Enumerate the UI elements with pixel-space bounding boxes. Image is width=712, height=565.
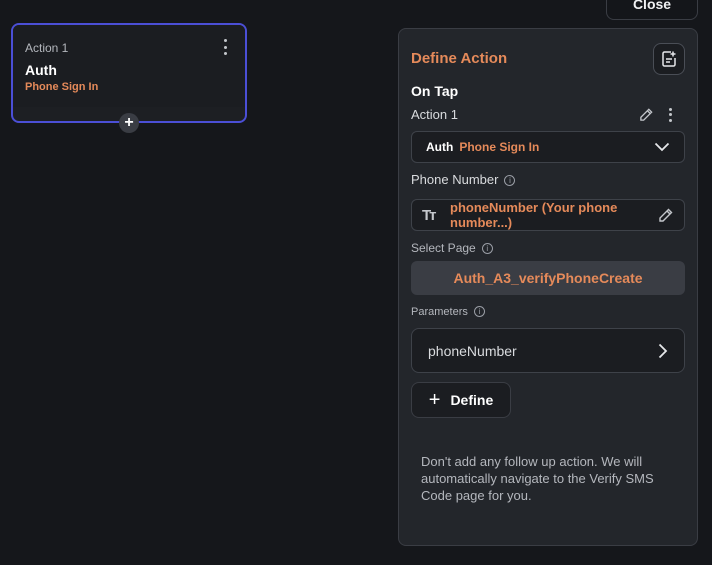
select-page-label: Select Page i bbox=[411, 241, 493, 255]
define-button-label: Define bbox=[450, 392, 494, 408]
action-node-body: Action 1 Auth Phone Sign In bbox=[13, 25, 245, 107]
text-type-icon: Tт bbox=[422, 206, 437, 224]
document-add-button[interactable] bbox=[653, 43, 685, 75]
parameter-name: phoneNumber bbox=[428, 342, 517, 359]
info-note: Don't add any follow up action. We will … bbox=[421, 454, 654, 503]
phone-number-field[interactable]: Tт phoneNumber (Your phone number...) bbox=[411, 199, 685, 231]
phone-number-label: Phone Number i bbox=[411, 172, 516, 187]
select-page-label-text: Select Page bbox=[411, 241, 476, 255]
action-node-name: Auth bbox=[25, 62, 57, 78]
info-icon[interactable]: i bbox=[504, 175, 516, 186]
parameter-row[interactable]: phoneNumber bbox=[411, 328, 685, 373]
more-vertical-icon[interactable] bbox=[668, 107, 672, 122]
more-vertical-icon[interactable] bbox=[219, 39, 231, 55]
action-type-sub: Phone Sign In bbox=[459, 140, 540, 154]
action-node-card[interactable]: Action 1 Auth Phone Sign In bbox=[11, 23, 247, 123]
phone-number-label-text: Phone Number bbox=[411, 172, 499, 187]
define-button[interactable]: + Define bbox=[411, 382, 511, 418]
action-type-main: Auth bbox=[426, 140, 454, 154]
action-row-tools bbox=[639, 107, 672, 122]
edit-icon[interactable] bbox=[639, 107, 654, 122]
chevron-down-icon bbox=[654, 142, 670, 152]
action-type-dropdown[interactable]: Auth Phone Sign In bbox=[411, 131, 685, 163]
edit-icon[interactable] bbox=[658, 207, 674, 223]
action-node-title: Action 1 bbox=[25, 41, 69, 55]
document-add-icon bbox=[662, 51, 676, 67]
close-button[interactable]: Close bbox=[606, 0, 698, 20]
plus-icon: + bbox=[428, 389, 441, 411]
parameters-label: Parameters i bbox=[411, 306, 485, 318]
trigger-label: On Tap bbox=[411, 83, 459, 99]
select-page-button[interactable]: Auth_A3_verifyPhoneCreate bbox=[411, 261, 685, 295]
add-action-button[interactable]: + bbox=[119, 113, 139, 133]
info-icon[interactable]: i bbox=[481, 243, 493, 254]
info-icon[interactable]: i bbox=[473, 306, 485, 317]
parameters-label-text: Parameters bbox=[411, 306, 468, 318]
phone-number-value: phoneNumber (Your phone number...) bbox=[450, 200, 618, 230]
chevron-right-icon bbox=[658, 343, 668, 358]
flow-canvas: Close Action 1 Auth Phone Sign In + Defi… bbox=[0, 0, 712, 565]
panel-title: Define Action bbox=[411, 50, 508, 67]
action-index-label: Action 1 bbox=[411, 107, 458, 122]
action-node-subtitle: Phone Sign In bbox=[25, 81, 99, 93]
define-action-panel: Define Action On Tap Action 1 Auth Phone… bbox=[398, 28, 698, 546]
